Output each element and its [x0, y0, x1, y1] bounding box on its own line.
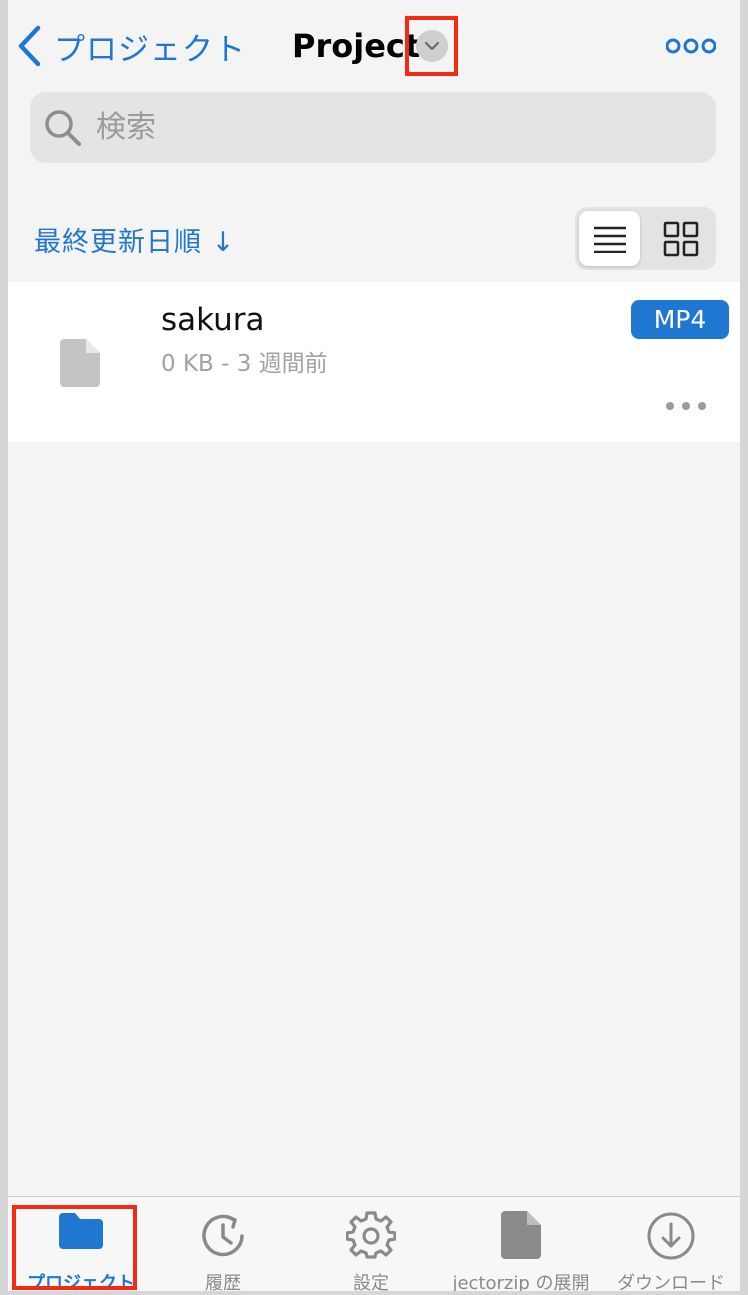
tab-jectorzip-label: jectorzip の展開: [452, 1273, 590, 1291]
tab-projects[interactable]: プロジェクト: [8, 1197, 154, 1291]
search-icon: [45, 109, 81, 146]
folder-icon: [59, 1213, 103, 1249]
list-view-button[interactable]: [579, 211, 640, 266]
history-icon: [202, 1214, 244, 1257]
page-title: Project: [292, 27, 421, 65]
file-more-icon[interactable]: [664, 399, 708, 413]
search-bar: [30, 92, 716, 163]
download-icon: [647, 1212, 695, 1260]
file-meta: 0 KB - 3 週間前: [161, 351, 328, 377]
grid-view-button[interactable]: [650, 211, 711, 266]
document-icon: [501, 1211, 541, 1259]
back-button-label: プロジェクト: [54, 31, 246, 68]
tab-history-label: 履歴: [205, 1273, 241, 1291]
grid-icon: [663, 221, 698, 256]
file-name: sakura: [161, 302, 265, 338]
chevron-left-icon: [18, 25, 41, 67]
chevron-down-icon: [415, 30, 448, 62]
tab-projects-label: プロジェクト: [27, 1273, 135, 1291]
tab-bar: プロジェクト 履歴 設定 jectorzip の展開 ダウンロード: [8, 1196, 740, 1291]
tab-history[interactable]: 履歴: [150, 1197, 296, 1291]
more-options-icon[interactable]: [666, 34, 716, 58]
back-button[interactable]: プロジェクト: [16, 22, 246, 70]
title-dropdown-button[interactable]: [405, 16, 458, 76]
sort-order-button[interactable]: 最終更新日順 ↓: [34, 220, 235, 259]
tab-jectorzip[interactable]: jectorzip の展開: [448, 1197, 594, 1291]
tab-download-label: ダウンロード: [617, 1273, 725, 1291]
search-input[interactable]: [94, 109, 658, 146]
tab-settings-label: 設定: [353, 1273, 389, 1291]
tab-settings[interactable]: 設定: [298, 1197, 444, 1291]
file-list-item[interactable]: sakura 0 KB - 3 週間前 MP4: [8, 282, 740, 442]
document-icon: [60, 339, 100, 387]
file-type-badge: MP4: [631, 300, 729, 339]
tab-download[interactable]: ダウンロード: [598, 1197, 740, 1291]
app-screen: プロジェクト Project 最終更新日順 ↓: [8, 0, 740, 1291]
list-icon: [593, 226, 626, 253]
view-mode-toggle: [575, 207, 716, 270]
navigation-bar: プロジェクト Project: [8, 0, 740, 92]
gear-icon: [346, 1211, 396, 1259]
